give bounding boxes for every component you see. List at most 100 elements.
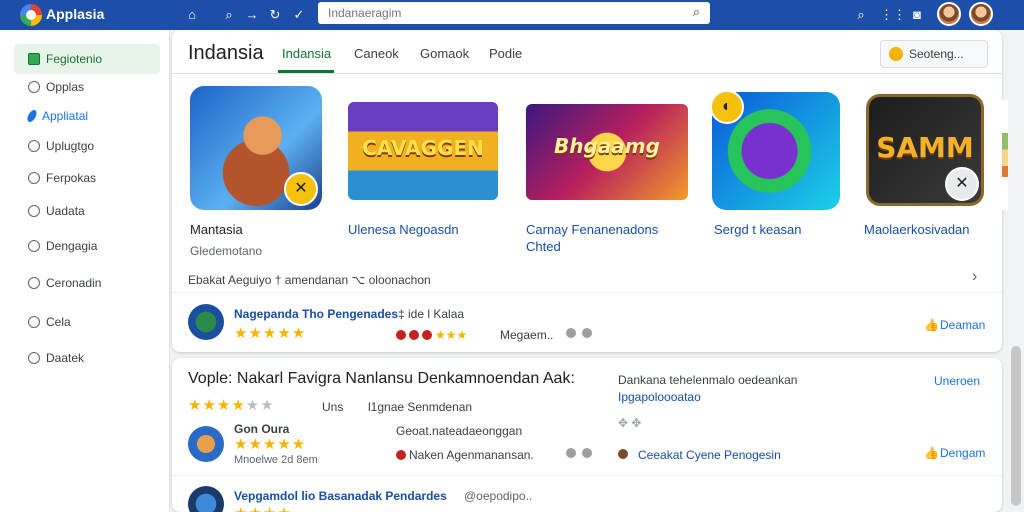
home-icon[interactable]: ⌂: [183, 6, 201, 24]
sidebar-item-uplugtgo[interactable]: Uplugtgo: [14, 131, 160, 161]
circle-icon: [28, 277, 40, 289]
chat-icon: [28, 352, 40, 364]
search-icon[interactable]: ⌕: [852, 6, 870, 24]
close-icon[interactable]: ✕: [284, 172, 318, 206]
row-meta: ‡ ide l Kalaa: [398, 307, 465, 321]
redo-icon[interactable]: ↻: [266, 6, 284, 24]
review-text: Naken Agenmanansan.: [396, 448, 534, 462]
side-link[interactable]: Ipgapoloooatao: [618, 390, 701, 404]
camera-icon[interactable]: ◙: [908, 6, 926, 24]
sidebar-item-label: Cela: [46, 315, 71, 329]
tile-art-text: CAVAGGEN: [362, 136, 484, 160]
reaction-badges: ★★★: [396, 328, 467, 342]
sidebar-item-label: Appliatal: [42, 109, 89, 123]
sidebar-item-daatek[interactable]: Daatek: [14, 343, 160, 373]
thumbs-up-icon[interactable]: 👍: [924, 318, 939, 332]
deaman-button[interactable]: Deaman: [940, 318, 985, 332]
tile-art-text: Bhgaamg: [554, 134, 660, 158]
grid-icon[interactable]: ⋮⋮: [880, 6, 906, 24]
forward-icon[interactable]: →: [243, 6, 261, 24]
sidebar-item-opplas[interactable]: Opplas: [14, 72, 160, 102]
review-text: Geoat.nateadaeonggan: [396, 424, 523, 438]
sidebar-item-label: Opplas: [46, 80, 85, 94]
badge-icon: ◐: [712, 92, 744, 124]
circle-icon: [28, 81, 40, 93]
tab-gomaok[interactable]: Gomaok: [420, 46, 469, 61]
user-avatar: [618, 447, 628, 461]
reviewer-avatar: [188, 426, 224, 462]
scrollbar-thumb[interactable]: [1011, 346, 1021, 506]
divider: [172, 292, 1002, 293]
app-logo-icon[interactable]: [20, 4, 42, 26]
search-bar[interactable]: ⌕: [318, 2, 710, 24]
review-user[interactable]: Ceeakat Cyene Penogesin: [638, 448, 781, 462]
rating-label: Uns: [322, 400, 344, 414]
top-bar: Applasia ⌂ ⌕ → ↻ ✓ ⌕ ⌕ ⋮⋮ ◙: [0, 0, 1024, 30]
sidebar-item-ceronadin[interactable]: Ceronadin: [14, 268, 160, 298]
search-icon[interactable]: ⌕: [220, 6, 238, 24]
sidebar-item-label: Dengagia: [46, 239, 98, 253]
more-icons[interactable]: [560, 326, 592, 340]
sidebar-item-ferpokas[interactable]: Ferpokas: [14, 163, 160, 193]
rating-sub: l1gnae Senmdenan: [368, 400, 473, 414]
app-subtitle: Gledemotano: [190, 244, 263, 258]
sidebar-item-uadata[interactable]: Uadata: [14, 196, 160, 226]
sidebar-item-cela[interactable]: Cela: [14, 307, 160, 337]
tab-indansia[interactable]: Indansia: [282, 46, 331, 61]
avatar[interactable]: [969, 2, 993, 26]
sidebar-item-label: Ceronadin: [46, 276, 102, 290]
app-tile[interactable]: SAMM ✕: [866, 94, 984, 206]
app-tile[interactable]: Bhgaamg: [526, 104, 688, 200]
sidebar-item-label: Uadata: [46, 204, 85, 218]
row-title[interactable]: Nagepanda Tho Pengenades: [234, 307, 398, 321]
sort-dropdown[interactable]: Seoteng...: [880, 40, 988, 68]
star-rating: ★★★★★★: [188, 397, 275, 414]
side-title: Dankana tehelenmalo oedeankan: [618, 373, 798, 387]
sidebar-item-label: Uplugtgo: [46, 139, 95, 153]
star-rating: ★★★★★: [234, 436, 307, 453]
more-button[interactable]: Uneroen: [934, 374, 980, 388]
check-icon[interactable]: ✓: [290, 6, 308, 24]
app-tile[interactable]: ◐: [712, 92, 840, 210]
app-icon[interactable]: [188, 304, 224, 340]
app-tile[interactable]: CAVAGGEN: [348, 102, 498, 200]
app-name[interactable]: Carnay Fenanenadons: [526, 222, 658, 237]
app-name[interactable]: Maolaerkosivadan: [864, 222, 970, 237]
shield-icon: [28, 316, 40, 328]
sort-label: Seoteng...: [909, 47, 964, 61]
app-tile[interactable]: ✕: [190, 86, 322, 210]
app-name[interactable]: Ulenesa Negoasdn: [348, 222, 459, 237]
reviewer-avatar: [188, 486, 224, 512]
more-icons[interactable]: [560, 446, 592, 460]
circle-icon: [28, 172, 40, 184]
app-name[interactable]: Mantasia: [190, 222, 243, 237]
sidebar-item-label: Daatek: [46, 351, 85, 365]
tab-podie[interactable]: Podie: [489, 46, 522, 61]
thumb-icons[interactable]: ✥ ✥: [618, 416, 641, 430]
thumbs-up-icon[interactable]: 👍: [924, 446, 939, 460]
close-icon[interactable]: ✕: [945, 167, 979, 201]
section-title: Vople: Nakarl Favigra Nanlansu Denkamnoe…: [188, 370, 575, 387]
app-title: Applasia: [46, 6, 105, 22]
reviewer-name: Gon Oura: [234, 422, 290, 436]
emoji-icon: [889, 47, 903, 61]
sidebar-item-appliatal[interactable]: Appliatal: [14, 101, 160, 131]
sidebar-item-dengagia[interactable]: Dengagia: [14, 231, 160, 261]
review-date: Mnoelwe 2d 8em: [234, 454, 318, 466]
review-meta: @oepodipo..: [464, 489, 533, 503]
circle-icon: [28, 140, 40, 152]
tab-caneok[interactable]: Caneok: [354, 46, 399, 61]
sidebar-item-fegiotenio[interactable]: Fegiotenio: [14, 44, 160, 74]
row-extra: Megaem..: [500, 328, 554, 342]
dengam-button[interactable]: Dengam: [940, 446, 985, 460]
sidebar-item-label: Fegiotenio: [46, 52, 103, 66]
app-name[interactable]: Sergd t keasan: [714, 222, 801, 237]
chevron-right-icon[interactable]: ›: [972, 268, 977, 286]
search-icon[interactable]: ⌕: [693, 4, 700, 20]
search-input[interactable]: [328, 5, 668, 21]
sidebar: Fegiotenio Opplas Appliatal Uplugtgo Fer…: [0, 30, 170, 512]
circle-icon: [28, 240, 40, 252]
reviewer-name[interactable]: Vepgamdol lio Basanadak Pendardes: [234, 489, 447, 503]
meta-line: Ebakat Aeguiyo † amendanan ⌥ oloonachon: [188, 273, 431, 287]
avatar[interactable]: [937, 2, 961, 26]
